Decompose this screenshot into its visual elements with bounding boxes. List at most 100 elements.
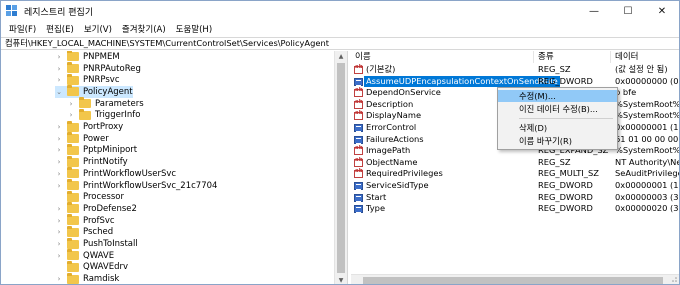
- context-menu-item[interactable]: 이름 바꾸기(R): [498, 135, 617, 147]
- value-data: 0x00000003 (3): [615, 191, 679, 202]
- value-name: FailureActions: [366, 133, 424, 144]
- dword-value-icon: [354, 205, 363, 214]
- resize-grip-icon[interactable]: [670, 275, 678, 283]
- chevron-right-icon[interactable]: ›: [55, 182, 63, 190]
- tree-item-triggerinfo[interactable]: › TriggerInfo: [67, 108, 140, 122]
- value-name: DependOnService: [366, 87, 441, 98]
- value-row[interactable]: AssumeUDPEncapsulationContextOnSendRule R…: [351, 75, 679, 88]
- value-name: Start: [366, 191, 387, 202]
- chevron-right-icon[interactable]: ›: [55, 123, 63, 131]
- value-data: SeAuditPrivilege Se: [615, 168, 679, 179]
- column-header-type[interactable]: 종류: [534, 51, 611, 63]
- value-row[interactable]: ObjectName REG_SZ NT Authority\Netw: [351, 157, 679, 169]
- tree-item-ramdisk[interactable]: › Ramdisk: [55, 272, 119, 284]
- tree-item-parameters[interactable]: › Parameters: [67, 97, 144, 110]
- tree-item-printnotify[interactable]: › PrintNotify: [55, 155, 128, 168]
- chevron-right-icon[interactable]: ›: [55, 170, 63, 178]
- folder-icon: [67, 190, 79, 202]
- value-type: REG_DWORD: [538, 203, 593, 214]
- tree-item-label: QWAVE: [83, 250, 115, 261]
- maximize-button[interactable]: ☐: [611, 1, 645, 21]
- value-type: REG_SZ: [538, 64, 571, 74]
- tree-item-pnpmem[interactable]: › PNPMEM: [55, 51, 120, 63]
- value-row[interactable]: RequiredPrivileges REG_MULTI_SZ SeAuditPri…: [351, 168, 679, 180]
- column-header-name[interactable]: 이름: [351, 51, 534, 63]
- menu-edit[interactable]: 편집(E): [41, 23, 79, 35]
- chevron-right-icon[interactable]: ›: [55, 205, 63, 213]
- folder-icon: [67, 214, 79, 226]
- chevron-right-icon[interactable]: ›: [55, 146, 63, 154]
- value-name: AssumeUDPEncapsulationContextOnSendRule: [364, 75, 560, 88]
- list-scroll-thumb[interactable]: [363, 277, 663, 284]
- chevron-right-icon[interactable]: ›: [55, 158, 63, 166]
- menu-help[interactable]: 도움말(H): [171, 23, 217, 35]
- dword-value-icon: [354, 124, 363, 132]
- tree-item-printworkflowusersvc[interactable]: › PrintWorkflowUserSvc: [55, 167, 176, 180]
- list-horizontal-scrollbar[interactable]: [351, 274, 679, 284]
- chevron-right-icon[interactable]: ›: [67, 111, 75, 119]
- tree-item-policyagent[interactable]: ⌄ PolicyAgent: [55, 85, 133, 98]
- value-type: REG_DWORD: [538, 75, 593, 86]
- chevron-right-icon[interactable]: ›: [55, 240, 63, 248]
- tree-item-pnrpautoreg[interactable]: › PNRPAutoReg: [55, 62, 141, 75]
- value-data: NT Authority\Netw: [615, 156, 679, 167]
- tree-item-qwave[interactable]: › QWAVE: [55, 249, 115, 262]
- tree-item-printworkflowusersvc-21c7704[interactable]: › PrintWorkflowUserSvc_21c7704: [55, 179, 217, 192]
- tree-item-prodefense2[interactable]: › ProDefense2: [55, 202, 137, 215]
- string-value-icon: [354, 99, 363, 109]
- chevron-right-icon[interactable]: ›: [55, 76, 63, 84]
- chevron-down-icon[interactable]: ⌄: [55, 88, 63, 96]
- tree-item-psched[interactable]: › Psched: [55, 225, 113, 239]
- string-value-icon: [354, 145, 363, 156]
- tree-item-pushtoinstall[interactable]: › PushToInstall: [55, 237, 138, 250]
- registry-tree: › PNPMEM › PNRPAutoReg › PNRPsvc ⌄ PolicyAgent ›…: [1, 51, 346, 284]
- string-value-icon: [354, 157, 363, 167]
- window-title: 레지스트리 편집기: [24, 7, 94, 18]
- chevron-right-icon[interactable]: ›: [55, 228, 63, 236]
- tree-item-power[interactable]: › Power: [55, 132, 109, 145]
- title-bar[interactable]: 레지스트리 편집기 — ☐ ✕: [1, 1, 679, 21]
- scroll-up-arrow-icon[interactable]: ▲: [335, 51, 347, 62]
- value-row[interactable]: ServiceSidType REG_DWORD 0x00000001 (1): [351, 180, 679, 192]
- string-value-icon: [354, 87, 363, 98]
- tree-item-label: PolicyAgent: [83, 86, 133, 97]
- chevron-right-icon[interactable]: ›: [55, 65, 63, 73]
- value-row[interactable]: (기본값) REG_SZ (값 설정 안 됨): [351, 64, 679, 76]
- tree-item-pnrpsvc[interactable]: › PNRPsvc: [55, 73, 120, 86]
- tree-vertical-scrollbar[interactable]: ▲ ▼: [334, 51, 347, 284]
- chevron-right-icon[interactable]: ›: [67, 100, 75, 108]
- menu-file[interactable]: 파일(F): [4, 23, 41, 35]
- value-row[interactable]: Type REG_DWORD 0x00000020 (32): [351, 203, 679, 215]
- menu-favorites[interactable]: 즐겨찾기(A): [117, 23, 171, 35]
- chevron-right-icon[interactable]: ›: [55, 217, 63, 225]
- chevron-right-icon[interactable]: ›: [55, 252, 63, 260]
- tree-item-qwavedrv[interactable]: QWAVEdrv: [55, 260, 128, 274]
- folder-icon: [67, 202, 79, 214]
- minimize-button[interactable]: —: [577, 1, 611, 21]
- tree-item-processor[interactable]: Processor: [55, 190, 124, 203]
- tree-scroll-thumb[interactable]: [337, 63, 345, 273]
- menu-view[interactable]: 보기(V): [79, 23, 117, 35]
- value-row[interactable]: Start REG_DWORD 0x00000003 (3): [351, 192, 679, 204]
- context-menu-item[interactable]: 이진 데이터 수정(B)...: [498, 103, 617, 115]
- context-menu-item[interactable]: 수정(M)...: [498, 90, 617, 102]
- tree-item-portproxy[interactable]: › PortProxy: [55, 120, 123, 133]
- chevron-right-icon[interactable]: ›: [55, 53, 63, 61]
- tree-item-profsvc[interactable]: › ProfSvc: [55, 214, 115, 227]
- context-menu-item[interactable]: 삭제(D): [498, 122, 617, 134]
- registry-editor-app-icon: [6, 5, 18, 17]
- chevron-right-icon[interactable]: ›: [55, 275, 63, 283]
- chevron-right-icon[interactable]: ›: [55, 135, 63, 143]
- close-button[interactable]: ✕: [645, 1, 679, 21]
- value-name: Type: [366, 203, 386, 214]
- address-bar[interactable]: 컴퓨터\HKEY_LOCAL_MACHINE\SYSTEM\CurrentCon…: [1, 37, 679, 50]
- folder-icon: [67, 51, 79, 62]
- value-data: p bfe: [615, 87, 637, 98]
- value-name: RequiredPrivileges: [366, 168, 443, 179]
- value-name: ImagePath: [366, 145, 411, 156]
- tree-item-pptpminiport[interactable]: › PptpMiniport: [55, 143, 137, 157]
- column-header-data[interactable]: 데이터: [611, 51, 679, 63]
- scroll-down-arrow-icon[interactable]: ▼: [335, 275, 347, 284]
- dword-value-icon: [354, 182, 363, 190]
- value-name: ServiceSidType: [366, 180, 429, 190]
